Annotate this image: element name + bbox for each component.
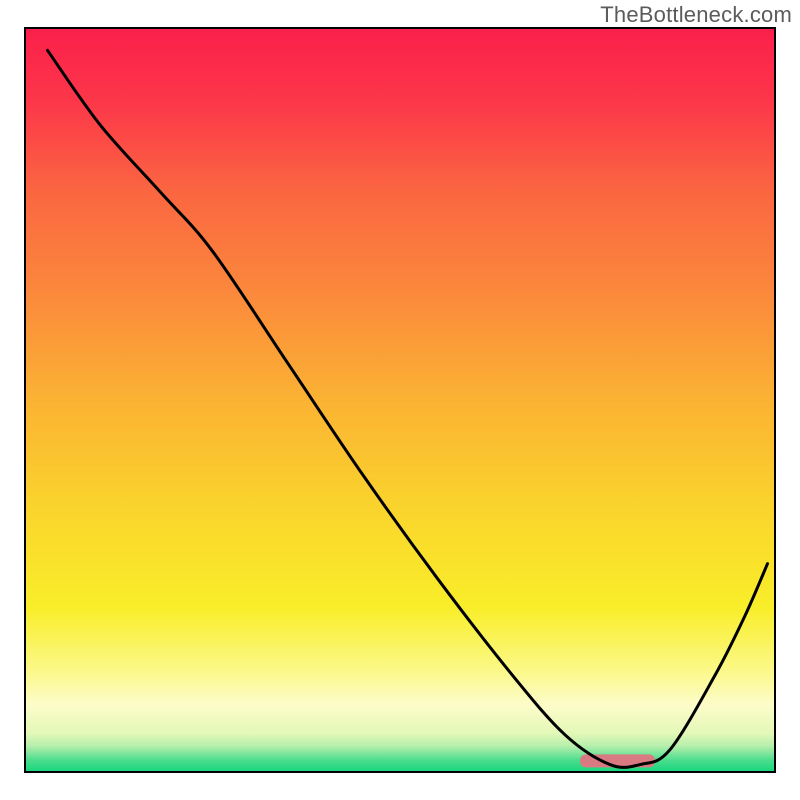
watermark-text: TheBottleneck.com [600,2,792,28]
bottleneck-chart [0,0,800,800]
chart-container: TheBottleneck.com [0,0,800,800]
gradient-background [25,28,775,772]
